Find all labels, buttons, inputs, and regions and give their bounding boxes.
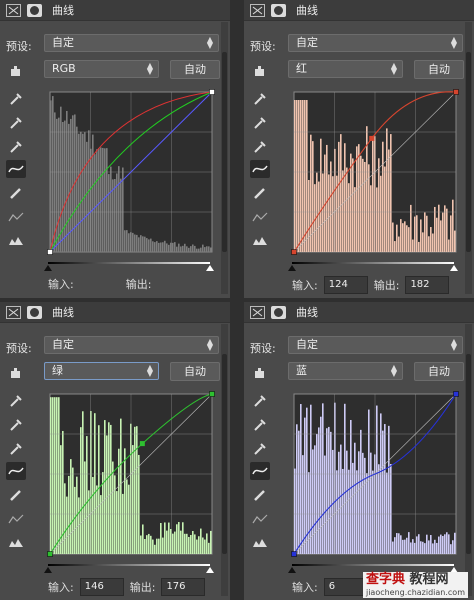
panel-tab-bar: 曲线	[0, 0, 230, 21]
pencil-icon[interactable]	[6, 184, 26, 202]
scrollbar[interactable]	[221, 324, 228, 596]
preset-dropdown[interactable]: 自定 ▲ ▼	[288, 34, 463, 52]
layer-mask-icon[interactable]	[27, 305, 42, 319]
clipping-warning-icon[interactable]	[6, 534, 26, 552]
panel-title: 曲线	[52, 4, 74, 17]
input-label: 输入:	[48, 278, 74, 291]
gray-eyedropper-icon[interactable]	[6, 416, 26, 434]
watermark-line2: 教程网	[409, 572, 449, 587]
scrollbar[interactable]	[465, 22, 472, 294]
white-eyedropper-icon[interactable]	[6, 138, 26, 156]
output-label: 输出:	[125, 278, 152, 291]
preset-label: 预设:	[250, 40, 276, 53]
input-output-row: 输入: 146 输出: 176	[48, 578, 211, 596]
curve-graph[interactable]	[40, 390, 216, 558]
curves-adjustment-icon[interactable]	[250, 305, 265, 319]
white-eyedropper-icon[interactable]	[6, 440, 26, 458]
watermark-url: jiaocheng.chazidian.com	[365, 588, 465, 597]
hand-target-icon[interactable]	[6, 364, 26, 382]
output-value[interactable]: 182	[405, 276, 450, 294]
pencil-icon[interactable]	[250, 486, 270, 504]
curve-edit-icon[interactable]	[250, 462, 270, 480]
preset-dropdown[interactable]: 自定 ▲ ▼	[44, 34, 219, 52]
clipping-warning-icon[interactable]	[250, 534, 270, 552]
panel-title: 曲线	[52, 306, 74, 319]
input-value[interactable]: 124	[323, 276, 368, 294]
smooth-curve-icon[interactable]	[6, 208, 26, 226]
pencil-icon[interactable]	[6, 486, 26, 504]
gray-eyedropper-icon[interactable]	[250, 416, 270, 434]
input-label: 输入:	[48, 581, 74, 594]
clipping-warning-icon[interactable]	[250, 232, 270, 250]
hand-target-icon[interactable]	[6, 62, 26, 80]
hand-target-icon[interactable]	[250, 364, 270, 382]
smooth-curve-icon[interactable]	[6, 510, 26, 528]
preset-label: 预设:	[6, 40, 32, 53]
input-output-row: 输入: 124 输出: 182	[292, 276, 455, 294]
black-eyedropper-icon[interactable]	[250, 392, 270, 410]
preset-label: 预设:	[250, 342, 276, 355]
preset-label: 预设:	[6, 342, 32, 355]
watermark-line1: 查字典	[365, 572, 405, 587]
channel-dropdown[interactable]: 红 ▲ ▼	[288, 60, 403, 78]
curve-graph[interactable]	[40, 88, 216, 256]
input-level-slider[interactable]	[44, 257, 214, 271]
black-eyedropper-icon[interactable]	[6, 392, 26, 410]
preset-dropdown[interactable]: 自定 ▲ ▼	[44, 336, 219, 354]
input-label: 输入:	[292, 581, 318, 594]
gray-eyedropper-icon[interactable]	[250, 114, 270, 132]
gray-eyedropper-icon[interactable]	[6, 114, 26, 132]
channel-dropdown[interactable]: 蓝 ▲ ▼	[288, 362, 403, 380]
input-output-row: 输入: 输出:	[48, 276, 151, 292]
white-eyedropper-icon[interactable]	[250, 138, 270, 156]
panel-tab-bar: 曲线	[244, 0, 474, 21]
auto-button[interactable]: 自动	[414, 362, 464, 381]
auto-button[interactable]: 自动	[414, 60, 464, 79]
curve-edit-icon[interactable]	[6, 160, 26, 178]
smooth-curve-icon[interactable]	[250, 510, 270, 528]
black-eyedropper-icon[interactable]	[6, 90, 26, 108]
output-label: 输出:	[373, 279, 400, 292]
curves-adjustment-icon[interactable]	[6, 305, 21, 319]
panel-title: 曲线	[296, 306, 318, 319]
smooth-curve-icon[interactable]	[250, 208, 270, 226]
channel-dropdown[interactable]: RGB ▲ ▼	[44, 60, 159, 78]
panel-tab-bar: 曲线	[0, 302, 230, 323]
layer-mask-icon[interactable]	[271, 3, 286, 17]
layer-mask-icon[interactable]	[27, 3, 42, 17]
input-level-slider[interactable]	[288, 559, 458, 573]
pencil-icon[interactable]	[250, 184, 270, 202]
layer-mask-icon[interactable]	[271, 305, 286, 319]
auto-button[interactable]: 自动	[170, 60, 220, 79]
input-level-slider[interactable]	[44, 559, 214, 573]
output-value[interactable]: 176	[161, 578, 206, 596]
output-label: 输出:	[129, 581, 156, 594]
curves-adjustment-icon[interactable]	[6, 3, 21, 17]
clipping-warning-icon[interactable]	[6, 232, 26, 250]
input-value[interactable]: 146	[79, 578, 124, 596]
curves-panel-rgb: 曲线 预设: 自定 ▲ ▼ RGB ▲ ▼ 自动 输入: 输出:	[0, 0, 230, 298]
curves-panel-green: 曲线 预设: 自定 ▲ ▼ 绿 ▲ ▼ 自动 输入: 146 输出: 176	[0, 302, 230, 600]
scrollbar[interactable]	[465, 324, 472, 596]
curve-graph[interactable]	[284, 390, 460, 558]
preset-dropdown[interactable]: 自定 ▲ ▼	[288, 336, 463, 354]
hand-target-icon[interactable]	[250, 62, 270, 80]
scrollbar[interactable]	[221, 22, 228, 294]
curves-adjustment-icon[interactable]	[250, 3, 265, 17]
input-value[interactable]: 6	[323, 578, 368, 596]
channel-dropdown[interactable]: 绿 ▲ ▼	[44, 362, 159, 380]
curves-panel-blue: 曲线 预设: 自定▲▼ 蓝▲▼ 自动 输入: 6 输出:	[244, 302, 474, 600]
black-eyedropper-icon[interactable]	[250, 90, 270, 108]
watermark-badge: 查字典 教程网 jiaocheng.chazidian.com	[362, 572, 468, 598]
curve-edit-icon[interactable]	[250, 160, 270, 178]
panel-tab-bar: 曲线	[244, 302, 474, 323]
curves-panel-red: 曲线 预设: 自定 ▲ ▼ 红 ▲ ▼ 自动 输入: 124 输出: 182	[244, 0, 474, 298]
curve-graph[interactable]	[284, 88, 460, 256]
auto-button[interactable]: 自动	[170, 362, 220, 381]
panel-title: 曲线	[296, 4, 318, 17]
white-eyedropper-icon[interactable]	[250, 440, 270, 458]
curve-edit-icon[interactable]	[6, 462, 26, 480]
input-level-slider[interactable]	[288, 257, 458, 271]
input-label: 输入:	[292, 279, 318, 292]
